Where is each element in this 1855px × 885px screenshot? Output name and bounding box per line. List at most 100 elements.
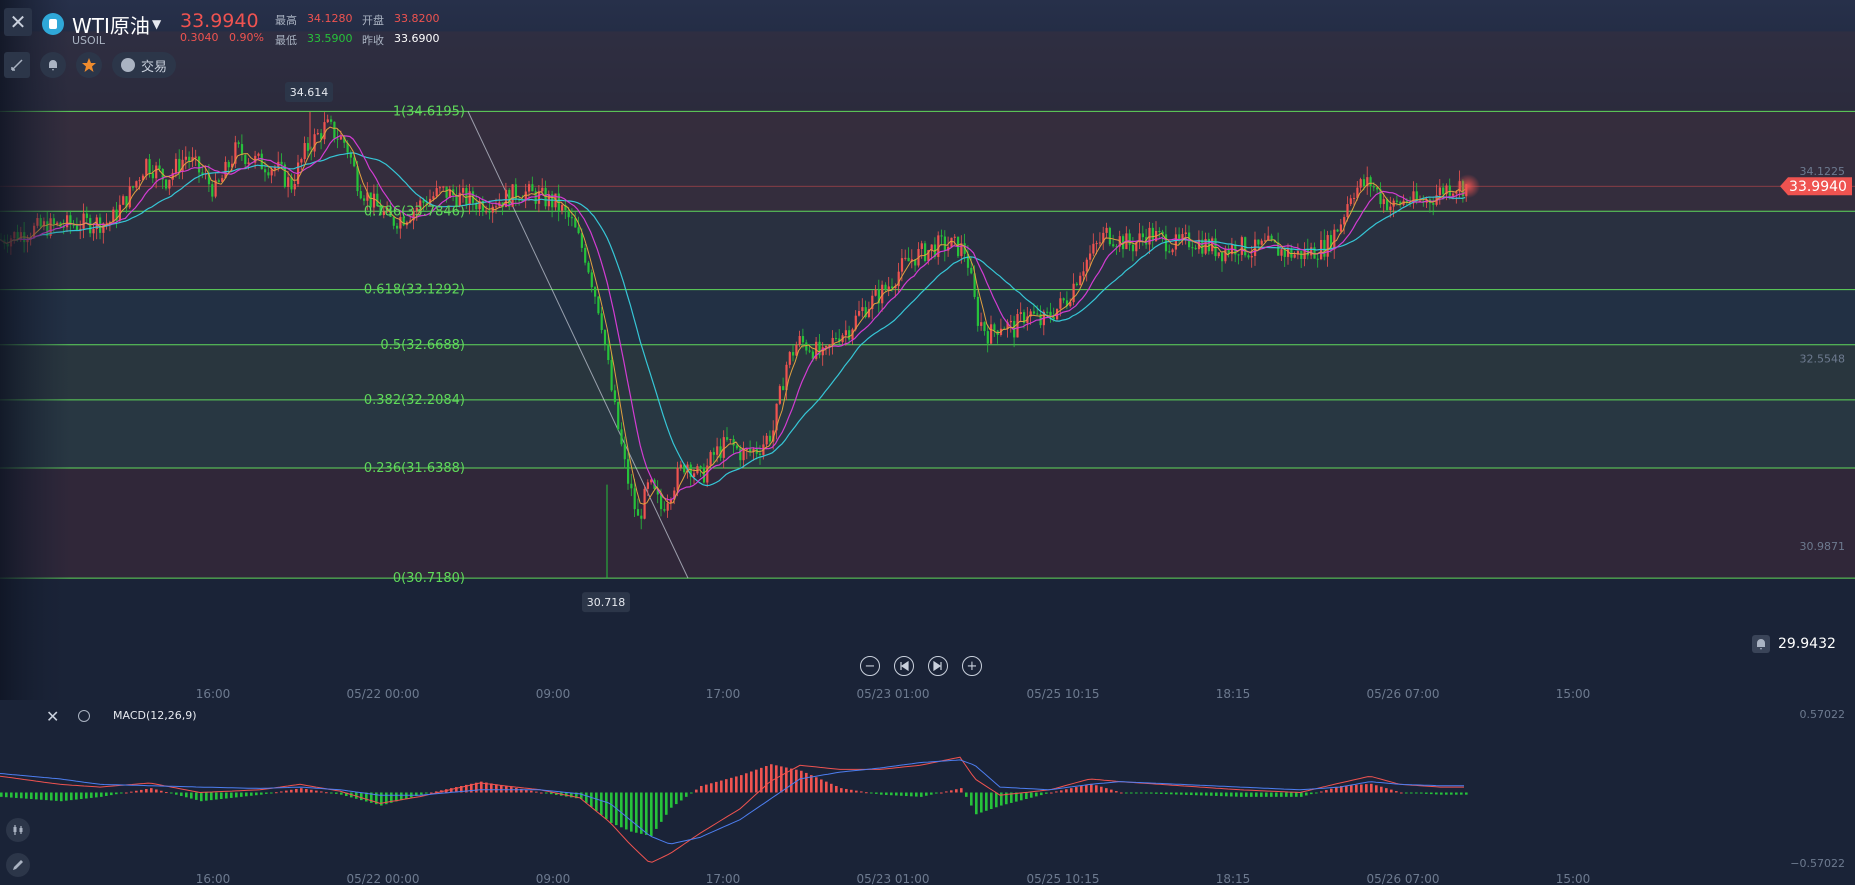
macd-settings-gear-icon[interactable] <box>78 710 90 722</box>
candle-body <box>729 439 732 441</box>
candle-body <box>1343 217 1346 225</box>
candle-body <box>788 352 791 365</box>
macd-bar <box>1440 792 1443 795</box>
candle-body <box>544 187 547 207</box>
candle-body <box>1310 247 1313 256</box>
candle-body <box>273 167 277 170</box>
candle-body <box>798 336 801 345</box>
candle-body <box>438 187 442 189</box>
candle-body <box>1141 233 1144 238</box>
low-marker-text: 30.718 <box>587 596 626 609</box>
time-axis-label: 18:15 <box>1216 872 1251 885</box>
candle-body <box>1270 235 1273 240</box>
candle-body <box>1346 204 1349 218</box>
macd-bar <box>120 792 123 794</box>
macd-bar <box>265 792 268 794</box>
favorite-button[interactable] <box>76 52 102 78</box>
chevron-down-icon[interactable]: ▼ <box>152 17 161 31</box>
candle-body <box>359 191 362 199</box>
macd-bar <box>715 781 718 793</box>
candle-body <box>1448 185 1451 196</box>
macd-bar <box>765 766 768 793</box>
candle-body <box>620 429 623 445</box>
fib-zone <box>0 289 1855 345</box>
candle-body <box>603 330 607 345</box>
macd-bar <box>1220 792 1223 797</box>
price-alert-value[interactable]: 29.9432 <box>1778 636 1836 652</box>
high-label: 最高 <box>275 14 297 27</box>
candle-body <box>676 467 679 491</box>
time-axis-label: 15:00 <box>1556 872 1591 885</box>
candle-body <box>363 198 366 201</box>
candle-body <box>488 211 491 213</box>
macd-bar <box>1235 792 1238 797</box>
macd-bar <box>1300 792 1303 797</box>
symbol-code: USOIL <box>72 34 106 47</box>
candle-body <box>306 143 310 151</box>
candle-body <box>1178 234 1181 240</box>
macd-close-icon[interactable]: ✕ <box>46 707 59 726</box>
draw-tools-button[interactable] <box>4 52 30 78</box>
zoom-out-button[interactable]: − <box>860 656 880 676</box>
drawing-button[interactable] <box>6 853 30 877</box>
candle-body <box>1438 187 1441 196</box>
macd-bar <box>85 792 88 799</box>
candle-body <box>198 156 201 173</box>
macd-bar <box>175 792 178 795</box>
candle-body <box>336 138 339 140</box>
alert-button[interactable] <box>40 52 66 78</box>
candle-body <box>188 156 191 162</box>
macd-bar <box>1050 792 1053 794</box>
candle-body <box>950 237 953 247</box>
macd-bar <box>225 792 228 799</box>
price-axis-label: 34.1225 <box>1800 165 1846 178</box>
candle-body <box>887 286 890 290</box>
candle-body <box>528 184 531 192</box>
chart-stage[interactable]: 1(34.6195) 0.786(33.7846) 0.618(33.1292) 0.… <box>0 0 1855 885</box>
macd-bar <box>920 792 923 797</box>
macd-bar <box>705 784 708 793</box>
time-axis-macd: 16:00 05/22 00:00 09:00 17:00 05/23 01:00 05/… <box>196 872 1591 885</box>
macd-bar <box>1210 792 1213 796</box>
candle-body <box>1089 253 1092 260</box>
macd-bar <box>105 792 108 796</box>
macd-bar <box>1245 792 1248 797</box>
macd-bar <box>730 777 733 793</box>
macd-bar <box>180 792 183 796</box>
candle-body <box>858 311 861 316</box>
macd-bar <box>1355 784 1358 793</box>
macd-bar <box>1260 792 1263 797</box>
macd-bar <box>1295 792 1298 797</box>
zoom-in-button[interactable]: + <box>962 656 982 676</box>
scroll-end-button[interactable] <box>928 656 948 676</box>
macd-bar <box>805 772 808 793</box>
macd-bar <box>1070 788 1073 793</box>
macd-bar <box>545 792 548 794</box>
candle-body <box>537 191 541 204</box>
candle-body <box>1082 271 1085 276</box>
scroll-start-button[interactable] <box>894 656 914 676</box>
macd-bar <box>910 792 913 797</box>
macd-bar <box>1100 786 1103 793</box>
time-axis-main[interactable]: 16:00 05/22 00:00 09:00 17:00 05/23 01:00 05/… <box>196 687 1591 701</box>
fib-label: 1(34.6195) <box>393 104 465 119</box>
candle-body <box>165 179 168 189</box>
price-alert-bell-icon[interactable] <box>1752 635 1770 653</box>
live-price-glow <box>1456 174 1480 199</box>
chart-type-button[interactable] <box>6 818 30 842</box>
candle-body <box>1336 229 1339 232</box>
candle-body <box>1372 186 1375 188</box>
macd-bar <box>1400 792 1403 794</box>
candle-body <box>541 187 544 192</box>
macd-bar <box>100 792 103 797</box>
candle-body <box>782 386 785 391</box>
macd-bar <box>290 789 293 793</box>
fib-zone <box>0 467 1855 579</box>
macd-bar <box>1380 786 1383 793</box>
candle-body <box>138 180 141 182</box>
macd-bar <box>150 788 153 793</box>
candle-body <box>976 296 979 326</box>
trade-button[interactable]: 交易 <box>112 52 176 78</box>
close-icon[interactable]: ✕ <box>4 8 32 36</box>
candle-body <box>943 236 946 251</box>
